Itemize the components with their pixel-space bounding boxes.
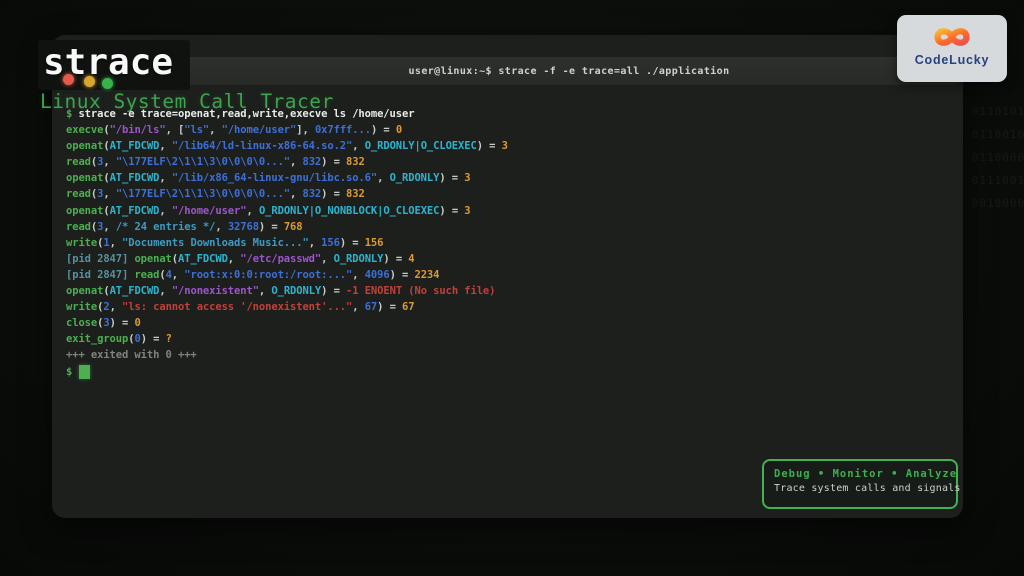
terminal-line: $ strace -e trace=openat,read,write,exec… — [66, 106, 706, 122]
terminal-output: $ strace -e trace=openat,read,write,exec… — [66, 106, 706, 380]
terminal-line: openat(AT_FDCWD, "/home/user", O_RDONLY|… — [66, 203, 706, 219]
codelucky-brand-text: CodeLucky — [915, 53, 990, 67]
info-box-subtitle: Trace system calls and signals — [774, 483, 946, 494]
info-box-tagline: Debug • Monitor • Analyze — [774, 468, 946, 480]
terminal-line: execve("/bin/ls", ["ls", "/home/user"], … — [66, 122, 706, 138]
terminal-line: read(3, "\177ELF\2\1\1\3\0\0\0\0...", 83… — [66, 154, 706, 170]
strace-graphic: { "logo": { "text": "strace", "dot_color… — [0, 0, 1024, 576]
strace-logo: strace — [38, 40, 190, 90]
terminal-line: exit_group(0) = ? — [66, 331, 706, 347]
logo-dot-green-icon — [102, 78, 113, 89]
terminal-line: close(3) = 0 — [66, 315, 706, 331]
infinity-logo-icon — [925, 23, 979, 51]
terminal-cursor — [79, 365, 90, 379]
titlebar: user@linux:~$ strace -f -e trace=all ./a… — [180, 57, 958, 85]
terminal-line: read(3, "\177ELF\2\1\1\3\0\0\0\0...", 83… — [66, 186, 706, 202]
titlebar-command: user@linux:~$ strace -f -e trace=all ./a… — [408, 66, 729, 77]
terminal-line: openat(AT_FDCWD, "/lib64/ld-linux-x86-64… — [66, 138, 706, 154]
terminal-line: +++ exited with 0 +++ — [66, 347, 706, 363]
terminal-line: [pid 2847] read(4, "root:x:0:0:root:/roo… — [66, 267, 706, 283]
logo-dot-red-icon — [63, 74, 74, 85]
terminal-line: write(2, "ls: cannot access '/nonexisten… — [66, 299, 706, 315]
terminal-line: [pid 2847] openat(AT_FDCWD, "/etc/passwd… — [66, 251, 706, 267]
terminal-line: write(1, "Documents Downloads Music...",… — [66, 235, 706, 251]
logo-dot-yellow-icon — [84, 76, 95, 87]
codelucky-badge: CodeLucky — [897, 15, 1007, 82]
terminal-line: $ — [66, 364, 706, 380]
info-box: Debug • Monitor • Analyze Trace system c… — [762, 459, 958, 509]
terminal-line: openat(AT_FDCWD, "/lib/x86_64-linux-gnu/… — [66, 170, 706, 186]
terminal-line: read(3, /* 24 entries */, 32768) = 768 — [66, 219, 706, 235]
terminal-line: openat(AT_FDCWD, "/nonexistent", O_RDONL… — [66, 283, 706, 299]
